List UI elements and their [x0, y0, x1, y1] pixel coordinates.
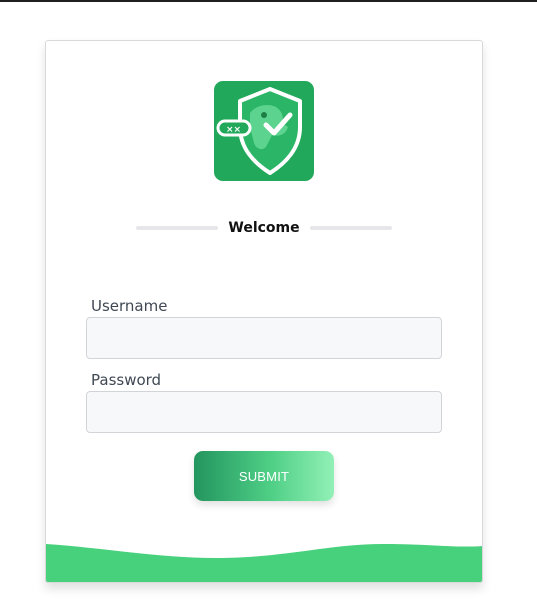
- svg-text:××: ××: [226, 125, 241, 135]
- welcome-header: Welcome: [136, 217, 392, 239]
- divider-right: [310, 226, 392, 230]
- password-input[interactable]: [86, 391, 442, 433]
- password-label: Password: [91, 371, 162, 389]
- username-label: Username: [91, 297, 168, 315]
- submit-button[interactable]: SUBMIT: [194, 451, 334, 501]
- username-input[interactable]: [86, 317, 442, 359]
- top-border: [0, 0, 537, 2]
- divider-left: [136, 226, 218, 230]
- shield-check-dinosaur-icon: ××: [214, 81, 314, 181]
- footer-wave: [46, 540, 482, 582]
- page-title: Welcome: [228, 220, 300, 236]
- login-card: ×× Welcome Username Password SUBMIT: [45, 40, 483, 583]
